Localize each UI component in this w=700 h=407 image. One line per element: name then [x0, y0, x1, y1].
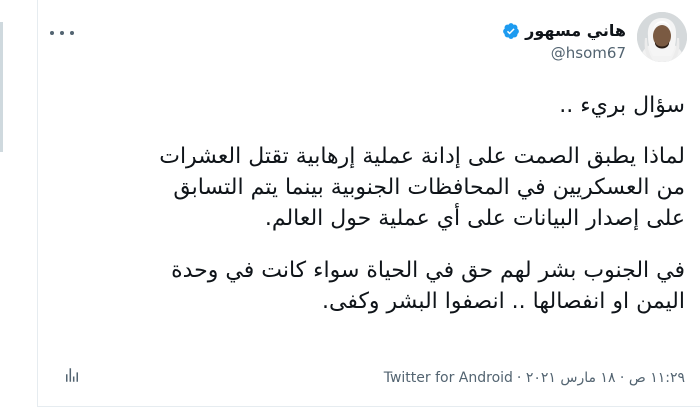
- more-dot: [60, 31, 64, 35]
- more-dot: [50, 31, 54, 35]
- more-options-button[interactable]: [50, 26, 74, 40]
- author-display-name: هاني مسهور: [525, 21, 626, 40]
- tweet-card: هاني مسهور @hsom67 سؤال بريء .. لماذا يط…: [37, 0, 700, 407]
- tweet-line: سؤال بريء ..: [559, 93, 685, 118]
- author-name-row[interactable]: هاني مسهور: [502, 21, 626, 40]
- tweet-line: على إصدار البيانات على أي عملية حول العا…: [264, 206, 685, 231]
- tweet-line: اليمن او انفصالها .. انصفوا البشر وكفى.: [322, 289, 685, 314]
- avatar-image: [637, 12, 687, 62]
- author-handle[interactable]: @hsom67: [551, 44, 626, 62]
- tweet-line: في الجنوب بشر لهم حق في الحياة سواء كانت…: [171, 258, 685, 283]
- tweet-source-link[interactable]: Twitter for Android: [384, 370, 513, 386]
- tweet-meta: Twitter for Android ١١:٢٩ ص · ١٨ مارس ٢٠…: [384, 370, 685, 386]
- tweet-timestamp[interactable]: ١١:٢٩ ص · ١٨ مارس ٢٠٢١ ·: [517, 370, 685, 386]
- tweet-line: من العسكريين في المحافظات الجنوبية بينما…: [173, 175, 685, 200]
- more-dot: [70, 31, 74, 35]
- tweet-text: سؤال بريء .. لماذا يطبق الصمت على إدانة …: [65, 90, 685, 317]
- analytics-icon[interactable]: [63, 366, 81, 384]
- adjacent-panel-edge: [0, 22, 3, 152]
- verified-badge-icon: [503, 22, 520, 39]
- tweet-line: لماذا يطبق الصمت على إدانة عملية إرهابية…: [159, 144, 685, 169]
- avatar[interactable]: [637, 12, 687, 62]
